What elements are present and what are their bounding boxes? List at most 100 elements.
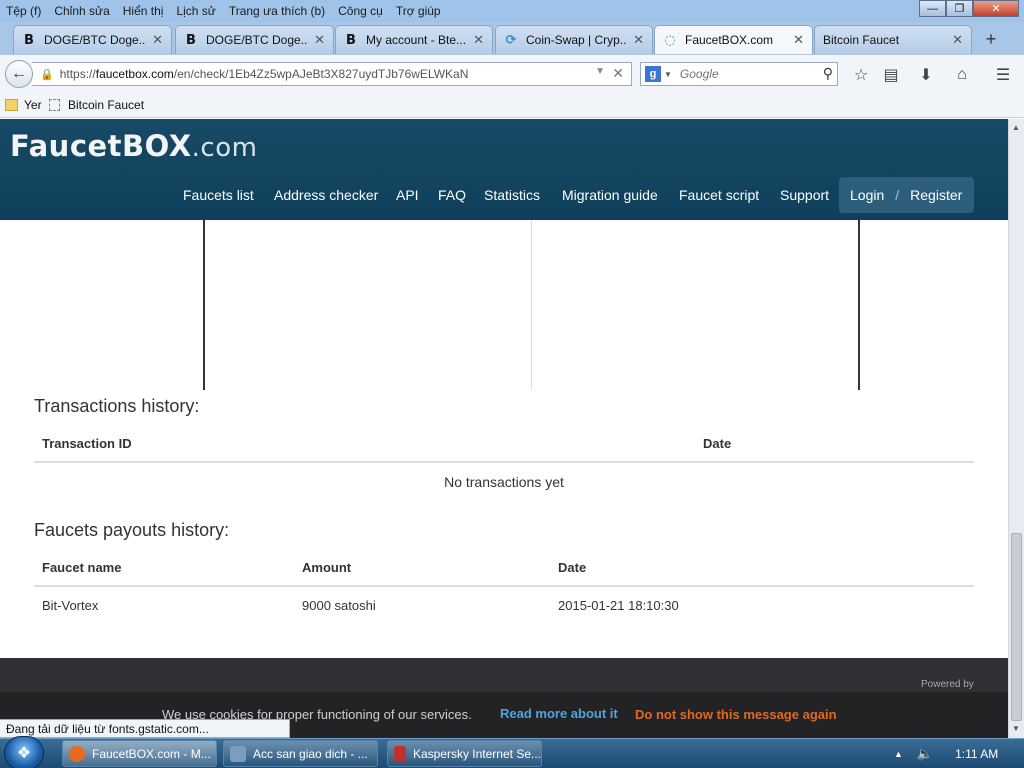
menu-bookmarks[interactable]: Trang ưa thích (b) <box>229 4 325 18</box>
bookmark-bitcoin-faucet[interactable]: Bitcoin Faucet <box>49 98 144 112</box>
arrow-left-icon: ← <box>11 65 27 82</box>
new-tab-button[interactable]: + <box>976 27 1006 51</box>
login-link[interactable]: Login <box>850 187 884 203</box>
read-more-link[interactable]: Read more about it <box>500 706 618 721</box>
nav-faucet-script[interactable]: Faucet script <box>679 187 759 203</box>
payout-chart: 2000 satoshi0 satoshi00:00:00 <box>203 220 860 390</box>
scroll-down-icon[interactable]: ▼ <box>1012 724 1020 733</box>
menu-edit[interactable]: Chỉnh sửa <box>54 4 109 18</box>
menu-icon[interactable]: ☰ <box>993 65 1013 85</box>
close-icon[interactable]: ✕ <box>633 32 644 48</box>
page-icon <box>49 99 60 111</box>
navigation-bar: 🔒 https://faucetbox.com/en/check/1Eb4Zz5… <box>0 54 1024 92</box>
window-controls: — ❐ ✕ <box>919 0 1019 17</box>
page-scrollbar[interactable]: ▲ ▼ <box>1008 119 1024 738</box>
logo-domain: .com <box>191 133 258 163</box>
login-separator: / <box>895 187 900 203</box>
home-icon[interactable]: ⌂ <box>952 65 972 85</box>
address-bar[interactable]: 🔒 https://faucetbox.com/en/check/1Eb4Zz5… <box>32 62 632 86</box>
close-icon[interactable]: ✕ <box>793 32 804 48</box>
swap-icon: ⟳ <box>505 32 517 48</box>
site-header: FaucetBOX.com Faucets list Address check… <box>0 119 1008 220</box>
close-icon[interactable]: ✕ <box>952 32 963 48</box>
status-bar: Đang tải dữ liệu từ fonts.gstatic.com... <box>0 719 290 738</box>
close-icon[interactable]: ✕ <box>473 32 484 48</box>
task-notepad[interactable]: Acc san giao dich - ... <box>223 740 378 767</box>
system-tray: ▲ 🔈 1:11 AM <box>890 739 1024 768</box>
reading-list-icon[interactable]: ▤ <box>881 65 901 85</box>
bookmark-yer[interactable]: Yer <box>5 98 42 112</box>
menu-view[interactable]: Hiển thị <box>123 4 164 18</box>
tray-expand-icon[interactable]: ▲ <box>894 749 903 759</box>
close-icon[interactable]: ✕ <box>314 32 325 48</box>
url-text: https://faucetbox.com/en/check/1Eb4Zz5wp… <box>60 67 469 81</box>
powered-by-text: Powered by <box>921 679 974 690</box>
minimize-icon: — <box>927 2 938 15</box>
nav-migration-guide[interactable]: Migration guide <box>562 187 658 203</box>
nav-api[interactable]: API <box>396 187 419 203</box>
url-path: /en/check/1Eb4Zz5wpAJeBt3X827uydTJb76wEL… <box>173 67 469 81</box>
task-label: FaucetBOX.com - M... <box>92 746 211 761</box>
chevron-down-icon[interactable]: ▼ <box>595 66 605 77</box>
task-kaspersky[interactable]: Kaspersky Internet Se... <box>387 740 542 767</box>
col-date: Date <box>703 436 732 451</box>
clock[interactable]: 1:11 AM <box>955 747 998 761</box>
tab-label: Coin-Swap | Cryp... <box>526 33 628 47</box>
cell-faucet-name[interactable]: Bit-Vortex <box>42 598 98 613</box>
restore-button[interactable]: ❐ <box>946 0 973 17</box>
chevron-down-icon[interactable]: ▼ <box>664 70 672 79</box>
tab-doge-btc-2[interactable]: B DOGE/BTC Doge... ✕ <box>175 25 334 54</box>
download-icon[interactable]: ⬇ <box>916 65 936 85</box>
bookmark-star-icon[interactable]: ☆ <box>851 65 871 85</box>
firefox-icon <box>69 745 85 762</box>
col-date: Date <box>558 560 587 575</box>
volume-icon[interactable]: 🔈 <box>917 746 933 762</box>
tab-bitcoin-faucet[interactable]: Bitcoin Faucet ✕ <box>814 25 972 54</box>
folder-icon <box>5 99 18 111</box>
tab-label: My account - Bte... <box>366 33 467 47</box>
plus-icon: + <box>985 28 997 49</box>
search-input[interactable] <box>679 67 810 81</box>
windows-logo-icon: ❖ <box>16 745 32 762</box>
table-divider <box>34 585 974 587</box>
menu-tools[interactable]: Công cụ <box>338 4 383 18</box>
start-button[interactable]: ❖ <box>4 736 44 768</box>
transactions-title: Transactions history: <box>34 396 200 416</box>
bookmarks-bar: Yer Bitcoin Faucet <box>0 92 1024 118</box>
no-transactions-text: No transactions yet <box>444 474 564 490</box>
search-icon[interactable]: ⚲ <box>823 65 833 82</box>
register-link[interactable]: Register <box>910 187 962 203</box>
nav-statistics[interactable]: Statistics <box>484 187 540 203</box>
menu-help[interactable]: Trợ giúp <box>396 4 441 18</box>
back-button[interactable]: ← <box>5 60 33 88</box>
cell-amount: 9000 satoshi <box>302 598 376 613</box>
task-firefox[interactable]: FaucetBOX.com - M... <box>62 740 217 767</box>
tab-coin-swap[interactable]: ⟳ Coin-Swap | Cryp... ✕ <box>495 25 653 54</box>
close-icon[interactable]: ✕ <box>152 32 163 48</box>
scroll-thumb[interactable] <box>1011 533 1022 721</box>
google-icon[interactable]: g <box>645 66 661 82</box>
tab-faucetbox[interactable]: ◌ FaucetBOX.com ✕ <box>654 25 813 54</box>
menu-bar: Tệp (f) Chỉnh sửa Hiển thị Lịch sử Trang… <box>0 0 1024 22</box>
search-bar[interactable]: g ▼ ⚲ <box>640 62 838 86</box>
stop-icon[interactable]: ✕ <box>612 65 624 82</box>
menu-history[interactable]: Lịch sử <box>176 4 215 18</box>
col-transaction-id: Transaction ID <box>42 436 132 451</box>
dismiss-cookie-link[interactable]: Do not show this message again <box>635 707 837 722</box>
minimize-button[interactable]: — <box>919 0 946 17</box>
nav-support[interactable]: Support <box>780 187 829 203</box>
tab-doge-btc-1[interactable]: B DOGE/BTC Doge... ✕ <box>13 25 172 54</box>
taskbar: ❖ FaucetBOX.com - M... Acc san giao dich… <box>0 736 1024 768</box>
payouts-title: Faucets payouts history: <box>34 520 230 540</box>
nav-faucets-list[interactable]: Faucets list <box>183 187 254 203</box>
nav-faq[interactable]: FAQ <box>438 187 466 203</box>
close-window-button[interactable]: ✕ <box>973 0 1019 17</box>
tab-my-account[interactable]: B My account - Bte... ✕ <box>335 25 493 54</box>
site-logo[interactable]: FaucetBOX.com <box>10 129 257 163</box>
bitcoin-b-icon: B <box>346 32 356 48</box>
menu-file[interactable]: Tệp (f) <box>6 4 41 18</box>
login-register-box: Login / Register <box>839 177 974 213</box>
task-label: Acc san giao dich - ... <box>253 746 368 761</box>
scroll-up-icon[interactable]: ▲ <box>1012 123 1020 132</box>
nav-address-checker[interactable]: Address checker <box>274 187 378 203</box>
